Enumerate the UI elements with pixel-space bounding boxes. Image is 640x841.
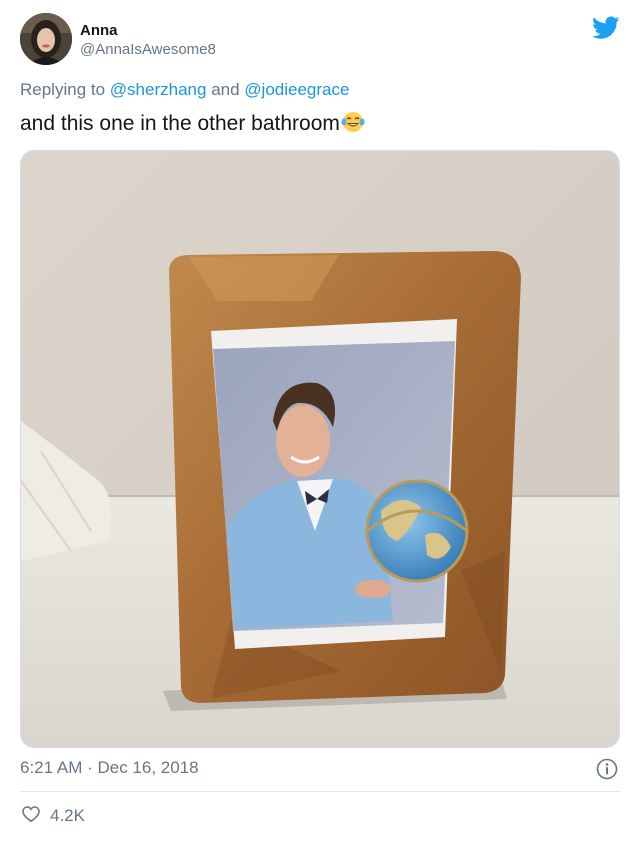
like-count[interactable]: 4.2K (50, 806, 85, 826)
heart-icon[interactable] (21, 804, 41, 824)
mention-link-jodieegrace[interactable]: @jodieegrace (244, 80, 349, 99)
reply-context: Replying to @sherzhang and @jodieegrace (20, 80, 349, 100)
divider (20, 791, 620, 792)
tweet-photo[interactable] (20, 150, 620, 748)
twitter-bird-icon[interactable] (592, 16, 620, 40)
avatar[interactable] (20, 13, 72, 65)
author-name[interactable]: Anna (80, 22, 118, 39)
info-icon[interactable] (596, 758, 618, 780)
reply-prefix: Replying to (20, 80, 106, 99)
tweet-card: Anna @AnnaIsAwesome8 Replying to @sherzh… (0, 0, 640, 841)
mention-link-sherzhang[interactable]: @sherzhang (110, 80, 207, 99)
reply-conjunction: and (211, 80, 240, 99)
tweet-text: and this one in the other bathroom (20, 112, 340, 135)
tweet-text-line: and this one in the other bathroom (20, 111, 365, 136)
user-avatar-photo (20, 13, 72, 65)
author-handle[interactable]: @AnnaIsAwesome8 (80, 41, 216, 58)
face-with-tears-of-joy-icon (341, 112, 365, 132)
tweet-timestamp[interactable]: 6:21 AM · Dec 16, 2018 (20, 758, 199, 778)
photo-wooden-frame-portrait (21, 151, 619, 747)
